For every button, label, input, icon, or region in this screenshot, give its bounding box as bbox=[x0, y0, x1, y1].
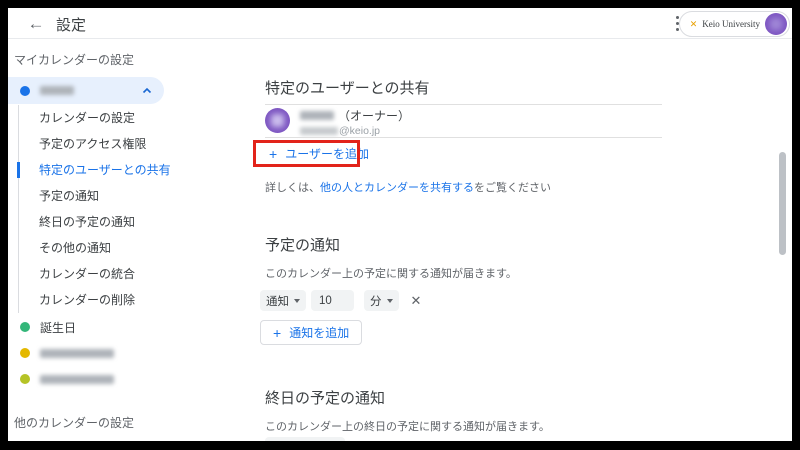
sidebar-item-remove-calendar[interactable]: カレンダーの削除 bbox=[19, 287, 248, 313]
sidebar-item-share-with-specific-users[interactable]: 特定のユーザーとの共有 bbox=[19, 157, 248, 183]
remove-notification-icon[interactable]: ✕ bbox=[411, 294, 422, 307]
sidebar-selected-calendar[interactable] bbox=[8, 77, 164, 104]
sidebar-item-redacted-calendar[interactable] bbox=[8, 366, 248, 392]
account-pill[interactable]: ✕ Keio University bbox=[679, 11, 790, 37]
redacted-owner-name bbox=[300, 111, 334, 120]
add-user-button[interactable]: + ユーザーを追加 bbox=[261, 143, 377, 164]
user-avatar[interactable] bbox=[765, 13, 787, 35]
help-prefix: 詳しくは、 bbox=[265, 182, 320, 194]
owner-role-label: （オーナー） bbox=[338, 107, 410, 124]
sharing-help-text: 詳しくは、他の人とカレンダーを共有するをご覧ください bbox=[265, 179, 551, 195]
unit-select-value: 分 bbox=[370, 293, 382, 309]
divider bbox=[265, 137, 662, 138]
my-calendars-list: 誕生日 bbox=[8, 314, 248, 392]
section-heading-allday: 終日の予定の通知 bbox=[265, 387, 385, 408]
settings-sidebar: マイカレンダーの設定 カレンダーの設定 予定のアクセス権限 特定のユーザーとの共… bbox=[8, 39, 248, 441]
calendar-color-dot bbox=[20, 322, 30, 332]
notifications-description: このカレンダー上の予定に関する通知が届きます。 bbox=[265, 265, 517, 281]
add-user-label: ユーザーを追加 bbox=[285, 145, 369, 162]
calendar-color-dot bbox=[20, 348, 30, 358]
dropdown-caret-icon bbox=[294, 299, 300, 303]
account-name: Keio University bbox=[702, 19, 760, 29]
calendar-label: 誕生日 bbox=[40, 319, 76, 336]
email-domain: @keio.jp bbox=[339, 125, 380, 137]
calendar-color-dot bbox=[20, 374, 30, 384]
redacted-calendar-name bbox=[40, 349, 114, 358]
sidebar-section-my-calendars: マイカレンダーの設定 bbox=[14, 51, 248, 68]
share-calendar-help-link[interactable]: 他の人とカレンダーを共有する bbox=[320, 182, 474, 194]
partial-control-cutoff bbox=[265, 437, 345, 441]
redacted-email-local bbox=[300, 127, 338, 135]
add-notification-button[interactable]: + 通知を追加 bbox=[260, 320, 362, 345]
sidebar-section-other-calendars: 他のカレンダーの設定 bbox=[14, 414, 248, 431]
app-window: ← 設定 ✕ Keio University マイカレンダーの設定 カレンダーの… bbox=[8, 8, 792, 441]
settings-header: ← 設定 ✕ Keio University bbox=[8, 8, 792, 39]
page-title: 設定 bbox=[56, 14, 86, 35]
notification-method-select[interactable]: 通知 bbox=[260, 290, 306, 311]
chevron-up-icon bbox=[142, 86, 152, 96]
allday-description: このカレンダー上の終日の予定に関する通知が届きます。 bbox=[265, 418, 550, 434]
sidebar-item-calendar-integration[interactable]: カレンダーの統合 bbox=[19, 261, 248, 287]
redacted-calendar-name bbox=[40, 86, 74, 95]
owner-email-line: @keio.jp bbox=[300, 125, 410, 137]
redacted-calendar-name bbox=[40, 375, 114, 384]
sidebar-item-event-notifications[interactable]: 予定の通知 bbox=[19, 183, 248, 209]
add-notification-label: 通知を追加 bbox=[289, 324, 349, 341]
sidebar-item-calendar-settings[interactable]: カレンダーの設定 bbox=[19, 105, 248, 131]
keio-logo-icon: ✕ bbox=[690, 20, 698, 29]
plus-icon: + bbox=[273, 326, 281, 340]
calendar-color-dot bbox=[20, 86, 30, 96]
shared-user-row: （オーナー） @keio.jp bbox=[265, 108, 410, 137]
sidebar-item-access-permissions[interactable]: 予定のアクセス権限 bbox=[19, 131, 248, 157]
plus-icon: + bbox=[269, 147, 277, 161]
dropdown-caret-icon bbox=[387, 299, 393, 303]
other-calendars-list bbox=[8, 439, 248, 441]
section-heading-notifications: 予定の通知 bbox=[265, 234, 340, 255]
calendar-settings-submenu: カレンダーの設定 予定のアクセス権限 特定のユーザーとの共有 予定の通知 終日の… bbox=[18, 105, 248, 313]
divider bbox=[265, 104, 662, 105]
owner-name-line: （オーナー） bbox=[300, 108, 410, 122]
sidebar-item-other-notifications[interactable]: その他の通知 bbox=[19, 235, 248, 261]
owner-avatar bbox=[265, 108, 290, 133]
sidebar-item-redacted-calendar[interactable] bbox=[8, 439, 248, 441]
notification-minutes-input[interactable] bbox=[311, 290, 354, 311]
back-arrow-icon[interactable]: ← bbox=[24, 12, 48, 36]
scrollbar-thumb[interactable] bbox=[779, 152, 786, 255]
sidebar-item-allday-notifications[interactable]: 終日の予定の通知 bbox=[19, 209, 248, 235]
settings-main-panel: 特定のユーザーとの共有 （オーナー） @keio.jp + ユーザーを追加 詳し bbox=[253, 39, 683, 441]
help-suffix: をご覧ください bbox=[474, 182, 551, 194]
notification-setting-row: 通知 分 ✕ bbox=[260, 290, 421, 311]
notification-unit-select[interactable]: 分 bbox=[364, 290, 399, 311]
method-select-value: 通知 bbox=[266, 293, 289, 309]
sidebar-item-redacted-calendar[interactable] bbox=[8, 340, 248, 366]
sidebar-item-birthdays[interactable]: 誕生日 bbox=[8, 314, 248, 340]
section-heading-sharing: 特定のユーザーとの共有 bbox=[265, 77, 430, 98]
